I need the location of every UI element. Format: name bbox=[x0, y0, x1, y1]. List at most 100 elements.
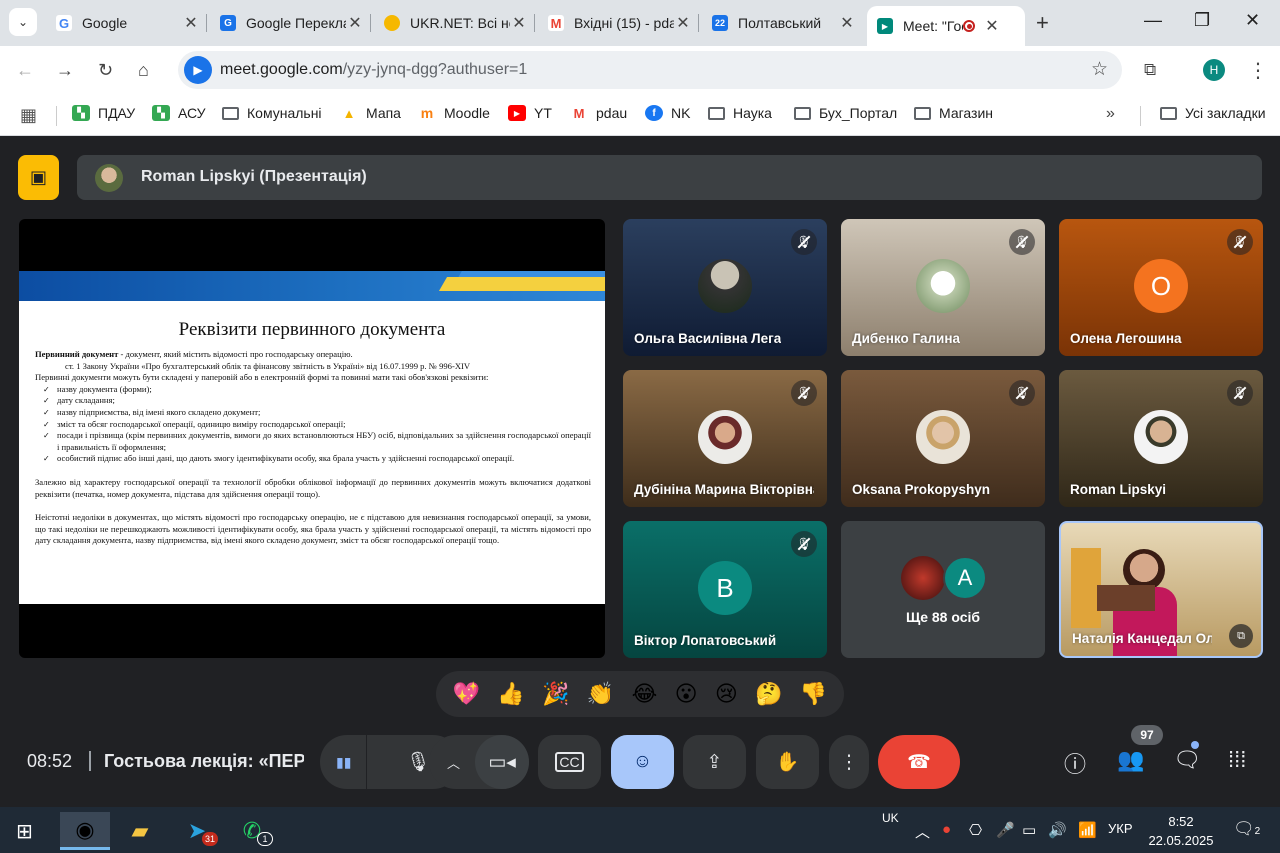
volume-icon[interactable]: 🔊 bbox=[1048, 821, 1067, 839]
bookmark-magazyn[interactable]: Магазин bbox=[914, 105, 993, 121]
bookmark-nauka[interactable]: Наука bbox=[708, 105, 772, 121]
tab-search-button[interactable]: ⌄ bbox=[9, 8, 37, 36]
tab-meet[interactable]: ▶ Meet: "Гостьова лекція" ✕ bbox=[867, 6, 1025, 46]
bookmark-moodle[interactable]: m Moodle bbox=[418, 105, 490, 121]
back-icon[interactable]: ← bbox=[16, 60, 34, 81]
show-hidden-icons[interactable]: ︿ bbox=[915, 821, 930, 842]
chrome-taskbar-icon[interactable]: ◉ bbox=[60, 812, 110, 850]
apps-grid-icon[interactable]: ▦ bbox=[20, 105, 37, 126]
close-icon[interactable]: ✕ bbox=[510, 13, 528, 33]
bookmark-komunalni[interactable]: Комунальні bbox=[222, 105, 322, 121]
close-icon[interactable]: ✕ bbox=[182, 13, 200, 33]
activities-grid-icon[interactable]: ⁞⁞⁞ bbox=[1228, 747, 1246, 773]
participant-tile[interactable]: 🎙 Дубініна Марина Вікторівна bbox=[623, 370, 827, 507]
participant-tile-speaking[interactable]: Наталія Канцедал Олександрівна ⧉ bbox=[1059, 521, 1263, 658]
telegram-icon[interactable]: ➤ 31 bbox=[172, 812, 222, 850]
thinking-reaction[interactable]: 🤔 bbox=[755, 681, 782, 707]
bookmarks-bar: ▦ ▚ ПДАУ ▚ АСУ Комунальні ▲ Мапа m Moodle ▶ Y… bbox=[0, 96, 1280, 136]
stop-presentation-icon[interactable]: ▣ bbox=[18, 155, 59, 200]
laugh-reaction[interactable]: 😂 bbox=[632, 681, 658, 707]
participant-tile[interactable]: 🎙 Roman Lipskyi bbox=[1059, 370, 1263, 507]
participant-tile[interactable]: B 🎙 Віктор Лопатовський bbox=[623, 521, 827, 658]
participant-tile[interactable]: 🎙 Oksana Prokopyshyn bbox=[841, 370, 1045, 507]
bookmark-pdau-mail[interactable]: Mpdau bbox=[570, 105, 628, 121]
more-bookmarks-icon[interactable]: » bbox=[1106, 105, 1115, 123]
whatsapp-icon[interactable]: ✆ 1 bbox=[227, 812, 277, 850]
address-bar[interactable]: ▶ meet.google.com/yzy-jynq-dgg?authuser=… bbox=[178, 51, 1122, 89]
windows-start-icon[interactable]: ⊞ bbox=[16, 819, 33, 844]
meet-now-icon[interactable]: ⎔ bbox=[969, 821, 982, 839]
people-icon[interactable]: 👥 bbox=[1117, 747, 1144, 773]
folder-icon bbox=[794, 106, 811, 120]
chat-unread-dot bbox=[1191, 741, 1199, 749]
battery-icon[interactable]: ▭ bbox=[1022, 821, 1036, 839]
captions-button[interactable]: CC bbox=[538, 735, 601, 789]
profile-avatar[interactable]: H bbox=[1203, 59, 1225, 81]
sad-reaction[interactable]: 😢 bbox=[715, 681, 738, 707]
clap-reaction[interactable]: 👏 bbox=[587, 681, 614, 707]
participant-tile[interactable]: 🎙 Дибенко Галина bbox=[841, 219, 1045, 356]
chat-icon[interactable]: 🗨 bbox=[1173, 747, 1201, 773]
bookmark-buh-portal[interactable]: Бух_Портал bbox=[794, 105, 897, 121]
browser-toolbar: ← → ↻ ⌂ ▶ meet.google.com/yzy-jynq-dgg?a… bbox=[0, 46, 1280, 96]
tab-ukrnet[interactable]: UKR.NET: Всі новини ✕ bbox=[374, 6, 538, 40]
chrome-tray-icon[interactable]: ● bbox=[942, 821, 951, 838]
tab-translate[interactable]: G Google Перекладач ✕ bbox=[210, 6, 374, 40]
bookmark-asu[interactable]: ▚ АСУ bbox=[152, 105, 206, 121]
forward-icon[interactable]: → bbox=[56, 60, 74, 81]
camera-icon[interactable]: ▭◂ bbox=[475, 735, 529, 789]
bookmark-yt[interactable]: ▶ YT bbox=[508, 105, 552, 121]
more-participants-tile[interactable]: A Ще 88 осіб bbox=[841, 521, 1045, 658]
reload-icon[interactable]: ↻ bbox=[98, 60, 113, 81]
sparkling-heart-reaction[interactable]: 💖 bbox=[453, 681, 480, 707]
tab-gmail[interactable]: M Вхідні (15) - pdaa ✕ bbox=[538, 6, 702, 40]
close-icon[interactable]: ✕ bbox=[346, 13, 364, 33]
wifi-icon[interactable]: 📶 bbox=[1078, 821, 1097, 839]
notification-icon[interactable]: 🗨2 bbox=[1233, 819, 1260, 839]
meet-window: ▣ Roman Lipskyi (Презентація) Реквізити … bbox=[0, 137, 1280, 807]
bookmark-nk[interactable]: f NK bbox=[645, 105, 690, 121]
close-icon[interactable]: ✕ bbox=[674, 13, 692, 33]
home-icon[interactable]: ⌂ bbox=[138, 60, 149, 81]
party-reaction[interactable]: 🎉 bbox=[542, 681, 569, 707]
browser-menu-icon[interactable]: ⋮ bbox=[1248, 58, 1268, 83]
language-indicator[interactable]: УКР bbox=[1108, 821, 1133, 836]
pip-icon[interactable]: ⧉ bbox=[1229, 624, 1253, 648]
bookmark-star-icon[interactable]: ☆ bbox=[1091, 58, 1108, 81]
microphone-tray-icon[interactable]: 🎤 bbox=[996, 821, 1015, 839]
info-icon[interactable]: ⓘ bbox=[1064, 747, 1086, 779]
participant-tile[interactable]: 🎙 Ольга Василівна Лега bbox=[623, 219, 827, 356]
thumbs-up-reaction[interactable]: 👍 bbox=[497, 681, 524, 707]
file-explorer-icon[interactable]: ▰ bbox=[115, 812, 165, 850]
thumbs-down-reaction[interactable]: 👎 bbox=[800, 681, 827, 707]
avatar bbox=[916, 410, 970, 464]
bookmark-pdau[interactable]: ▚ ПДАУ bbox=[72, 105, 135, 121]
emoji-button[interactable]: ☺ bbox=[611, 735, 674, 789]
tab-title: Полтавський bbox=[738, 15, 822, 31]
avatar: A bbox=[943, 556, 987, 600]
restore-icon[interactable]: ❐ bbox=[1194, 10, 1210, 31]
close-window-icon[interactable]: ✕ bbox=[1245, 10, 1260, 31]
tab-title: Google bbox=[82, 15, 128, 31]
all-bookmarks[interactable]: Усі закладки bbox=[1160, 105, 1266, 121]
tab-calendar[interactable]: 22 Полтавський ✕ bbox=[702, 6, 866, 40]
bookmark-mapa[interactable]: ▲ Мапа bbox=[340, 105, 401, 121]
site-info-icon[interactable]: ▶ bbox=[184, 56, 212, 84]
raise-hand-button[interactable]: ✋ bbox=[756, 735, 819, 789]
close-icon[interactable]: ✕ bbox=[983, 16, 1001, 36]
leave-call-button[interactable]: ☎ bbox=[878, 735, 960, 789]
tab-strip: ⌄ G Google ✕ G Google Перекладач ✕ UKR.N… bbox=[0, 0, 1280, 46]
more-options-button[interactable]: ⋮ bbox=[829, 735, 869, 789]
slide-title: Реквізити первинного документа bbox=[178, 319, 446, 340]
close-icon[interactable]: ✕ bbox=[838, 13, 856, 33]
participant-tile[interactable]: О 🎙 Олена Легошина bbox=[1059, 219, 1263, 356]
tab-google[interactable]: G Google ✕ bbox=[46, 6, 210, 40]
minimize-icon[interactable]: — bbox=[1144, 10, 1162, 31]
surprised-reaction[interactable]: 😮 bbox=[675, 681, 698, 707]
extensions-icon[interactable]: ⧉ bbox=[1144, 60, 1156, 80]
new-tab-button[interactable]: + bbox=[1036, 10, 1049, 36]
sheet-icon: ▚ bbox=[72, 105, 90, 121]
chevron-up-icon[interactable]: ︿ bbox=[447, 753, 460, 772]
present-button[interactable]: ⇪ bbox=[683, 735, 746, 789]
taskbar-clock[interactable]: 8:52 22.05.2025 bbox=[1146, 812, 1216, 850]
